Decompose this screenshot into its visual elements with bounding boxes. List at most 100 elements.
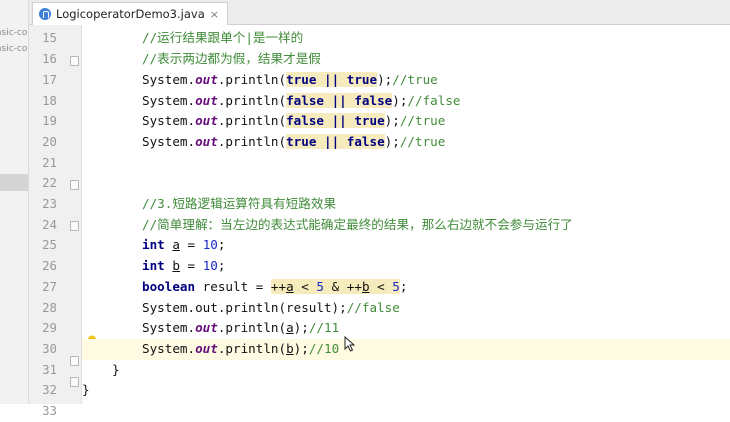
code-token: a <box>286 320 294 335</box>
code-token: out <box>195 134 218 149</box>
comment-text: //简单理解：当左边的表达式能确定最终的结果，那么右边就不会参与运行了 <box>142 217 573 232</box>
editor-tab-bar: LogicoperatorDemo3.java × <box>29 0 730 25</box>
code-token: < <box>369 279 393 294</box>
tab-label: LogicoperatorDemo3.java <box>56 7 205 21</box>
code-token: 5 <box>392 279 400 294</box>
closing-brace: } <box>112 362 120 377</box>
code-token: = <box>179 258 203 273</box>
line-number: 22 <box>42 175 57 190</box>
fold-marker-icon[interactable] <box>70 221 79 231</box>
line-number: 30 <box>42 341 57 356</box>
line-number: 25 <box>42 237 57 252</box>
line-number: 31 <box>42 362 57 377</box>
line-number: 32 <box>42 382 57 397</box>
code-token: b <box>286 341 294 356</box>
project-tree-selection[interactable] <box>0 174 28 191</box>
comment-text: //false <box>346 300 400 315</box>
mouse-cursor-icon <box>344 335 356 352</box>
code-token: false || false <box>286 93 393 108</box>
code-token: true || true <box>286 72 378 87</box>
tab-logicoperatordemo3[interactable]: LogicoperatorDemo3.java × <box>32 2 228 25</box>
code-line-15: //运行结果跟单个|是一样的 <box>82 28 730 49</box>
line-number: 18 <box>42 93 57 108</box>
line-number: 21 <box>42 155 57 170</box>
code-token: result = <box>195 279 271 294</box>
code-token: .println( <box>217 93 287 108</box>
line-number: 17 <box>42 72 57 87</box>
project-panel: asic-co asic-co <box>0 0 29 404</box>
code-line-18: System.out.println(false || false);//fal… <box>82 91 730 112</box>
code-token: < <box>293 279 317 294</box>
code-token: .println( <box>217 72 287 87</box>
fold-marker-icon[interactable] <box>70 56 79 66</box>
code-token: 5 <box>316 279 325 294</box>
code-token: int <box>142 258 165 273</box>
code-token: a <box>286 279 294 294</box>
code-token: & ++ <box>324 279 362 294</box>
comment-text: //true <box>399 134 446 149</box>
code-token: ; <box>217 237 226 252</box>
code-token: = <box>179 237 203 252</box>
code-line-31: } <box>82 360 730 381</box>
code-token: System. <box>142 134 196 149</box>
code-token: System.out.println(result); <box>142 300 347 315</box>
code-token: ); <box>392 93 408 108</box>
line-number: 23 <box>42 196 57 211</box>
code-token: out <box>195 93 218 108</box>
line-number: 19 <box>42 113 57 128</box>
code-token: ; <box>217 258 226 273</box>
code-token: boolean <box>142 279 196 294</box>
java-class-icon <box>39 8 51 20</box>
fold-marker-icon[interactable] <box>70 377 79 387</box>
comment-text: //11 <box>308 320 340 335</box>
code-line-25: int a = 10; <box>82 235 730 256</box>
fold-marker-icon[interactable] <box>70 356 79 366</box>
code-token: 10 <box>202 237 218 252</box>
code-token: System. <box>142 72 196 87</box>
line-number: 28 <box>42 300 57 315</box>
code-line-19: System.out.println(false || true);//true <box>82 111 730 132</box>
comment-text: //10 <box>308 341 340 356</box>
closing-brace: } <box>82 382 90 397</box>
project-tree-item[interactable]: asic-co <box>0 44 27 54</box>
code-token: out <box>195 113 218 128</box>
code-token: ); <box>384 113 400 128</box>
project-tree-item[interactable]: asic-co <box>0 28 27 38</box>
comment-text: //3.短路逻辑运算符具有短路效果 <box>142 196 337 211</box>
code-token: ); <box>377 72 393 87</box>
code-line-17: System.out.println(true || true);//true <box>82 70 730 91</box>
code-line-29: System.out.println(a);//11 <box>82 318 730 339</box>
code-token: false || true <box>286 113 385 128</box>
comment-text: //表示两边都为假，结果才是假 <box>142 51 321 66</box>
comment-text: //运行结果跟单个|是一样的 <box>142 30 304 45</box>
code-token: ); <box>293 341 309 356</box>
code-line-28: System.out.println(result);//false <box>82 298 730 319</box>
code-token: .println( <box>217 341 287 356</box>
code-token: System. <box>142 113 196 128</box>
code-line-24: //简单理解：当左边的表达式能确定最终的结果，那么右边就不会参与运行了 <box>82 215 730 236</box>
code-token: .println( <box>217 320 287 335</box>
code-line-23: //3.短路逻辑运算符具有短路效果 <box>82 194 730 215</box>
line-number: 20 <box>42 134 57 149</box>
code-token: 10 <box>202 258 218 273</box>
code-line-26: int b = 10; <box>82 256 730 277</box>
code-token: System. <box>142 341 196 356</box>
code-token: out <box>195 72 218 87</box>
code-token: ); <box>384 134 400 149</box>
comment-text: //true <box>392 72 438 87</box>
comment-text: //true <box>399 113 446 128</box>
code-token: .println( <box>217 113 287 128</box>
code-token: out <box>195 320 218 335</box>
line-number: 26 <box>42 258 57 273</box>
fold-marker-icon[interactable] <box>70 180 79 190</box>
line-number: 16 <box>42 51 57 66</box>
code-token: ; <box>399 279 408 294</box>
line-number: 15 <box>42 30 57 45</box>
code-line-32: } <box>82 380 730 401</box>
line-number: 27 <box>42 279 57 294</box>
close-icon[interactable]: × <box>210 8 219 21</box>
code-editor[interactable]: //运行结果跟单个|是一样的 //表示两边都为假，结果才是假 System.ou… <box>82 25 730 404</box>
code-line-27: boolean result = ++a < 5 & ++b < 5; <box>82 277 730 298</box>
code-token: true || false <box>286 134 385 149</box>
code-token: System. <box>142 320 196 335</box>
